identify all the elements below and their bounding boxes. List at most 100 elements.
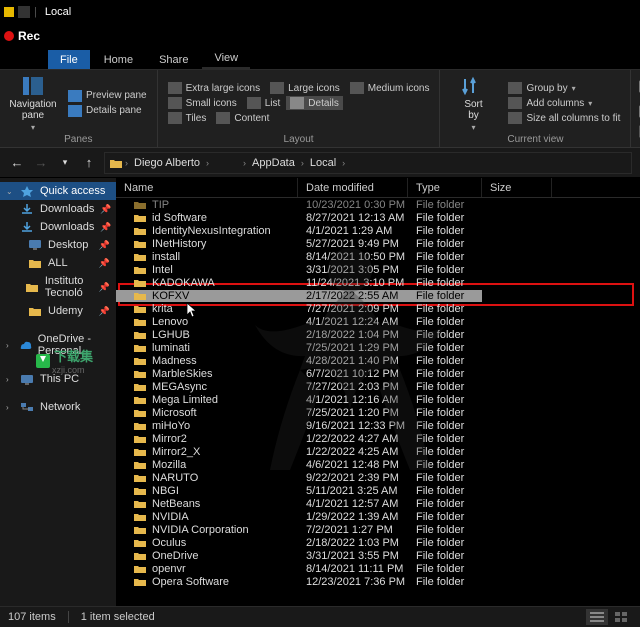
folder-icon bbox=[134, 213, 146, 223]
network[interactable]: › Network bbox=[0, 398, 116, 416]
navigation-sidebar: ⌄ Quick access Downloads📌Downloads📌Deskt… bbox=[0, 178, 116, 606]
view-thumbnails-button[interactable] bbox=[610, 609, 632, 625]
table-row[interactable]: MEGAsync7/27/2021 2:03 PMFile folder bbox=[116, 380, 640, 393]
table-row[interactable]: OneDrive3/31/2021 3:55 PMFile folder bbox=[116, 549, 640, 562]
file-date: 2/17/2022 2:55 AM bbox=[298, 290, 408, 302]
tab-file[interactable]: File bbox=[48, 50, 90, 69]
file-type: File folder bbox=[408, 212, 482, 224]
layout-extra-large[interactable]: Extra large icons bbox=[164, 81, 264, 95]
file-date: 1/22/2022 4:27 AM bbox=[298, 433, 408, 445]
star-icon bbox=[20, 185, 34, 197]
table-row[interactable]: KOFXV2/17/2022 2:55 AMFile folder bbox=[116, 289, 640, 302]
table-row[interactable]: Mega Limited4/1/2021 12:16 AMFile folder bbox=[116, 393, 640, 406]
preview-pane-button[interactable]: Preview pane bbox=[64, 89, 151, 103]
table-row[interactable]: install8/14/2021 10:50 PMFile folder bbox=[116, 250, 640, 263]
address-bar[interactable]: › Diego Alberto › › AppData › Local › bbox=[104, 152, 632, 174]
layout-details[interactable]: Details bbox=[286, 96, 343, 110]
group-by-icon bbox=[508, 82, 522, 94]
forward-button[interactable]: → bbox=[32, 154, 50, 172]
sidebar-item-downloads[interactable]: Downloads📌 bbox=[0, 218, 116, 236]
this-pc[interactable]: › This PC bbox=[0, 370, 116, 388]
col-date[interactable]: Date modified bbox=[298, 178, 408, 197]
sidebar-item-instituto-tecnoló[interactable]: Instituto Tecnoló📌 bbox=[0, 272, 116, 302]
table-row[interactable]: Opera Software12/23/2021 7:36 PMFile fol… bbox=[116, 575, 640, 588]
table-row[interactable]: Mirror2_X1/22/2022 4:25 AMFile folder bbox=[116, 445, 640, 458]
table-row[interactable]: luminati7/25/2021 1:29 PMFile folder bbox=[116, 341, 640, 354]
layout-list[interactable]: List bbox=[243, 96, 285, 110]
back-button[interactable]: ← bbox=[8, 154, 26, 172]
table-row[interactable]: Oculus2/18/2022 1:03 PMFile folder bbox=[116, 536, 640, 549]
layout-medium[interactable]: Medium icons bbox=[346, 81, 434, 95]
table-row[interactable]: NetBeans4/1/2021 12:57 AMFile folder bbox=[116, 497, 640, 510]
size-columns-button[interactable]: Size all columns to fit bbox=[504, 111, 624, 125]
table-row[interactable]: id Software8/27/2021 12:13 AMFile folder bbox=[116, 211, 640, 224]
table-row[interactable]: NARUTO9/22/2021 2:39 PMFile folder bbox=[116, 471, 640, 484]
table-row[interactable]: NVIDIA1/29/2022 1:39 AMFile folder bbox=[116, 510, 640, 523]
table-row[interactable]: Intel3/31/2021 3:05 PMFile folder bbox=[116, 263, 640, 276]
table-row[interactable]: NBGI5/11/2021 3:25 AMFile folder bbox=[116, 484, 640, 497]
table-row[interactable]: KADOKAWA11/24/2021 3:10 PMFile folder bbox=[116, 276, 640, 289]
table-row[interactable]: Mirror21/22/2022 4:27 AMFile folder bbox=[116, 432, 640, 445]
group-by-button[interactable]: Group by▾ bbox=[504, 81, 624, 95]
table-row[interactable]: miHoYo9/16/2021 12:33 PMFile folder bbox=[116, 419, 640, 432]
file-name: NetBeans bbox=[152, 498, 200, 510]
table-row[interactable]: NVIDIA Corporation7/2/2021 1:27 PMFile f… bbox=[116, 523, 640, 536]
table-row[interactable]: Mozilla4/6/2021 12:48 PMFile folder bbox=[116, 458, 640, 471]
table-row[interactable]: IdentityNexusIntegration4/1/2021 1:29 AM… bbox=[116, 224, 640, 237]
file-name: install bbox=[152, 251, 180, 263]
lg-icons-icon bbox=[270, 82, 284, 94]
view-details-button[interactable] bbox=[586, 609, 608, 625]
recent-dropdown[interactable]: ▾ bbox=[56, 154, 74, 172]
sidebar-item-desktop[interactable]: Desktop📌 bbox=[0, 236, 116, 254]
tab-home[interactable]: Home bbox=[92, 50, 145, 69]
table-row[interactable]: Madness4/28/2021 1:40 PMFile folder bbox=[116, 354, 640, 367]
md-icons-icon bbox=[350, 82, 364, 94]
table-row[interactable]: openvr8/14/2021 11:11 PMFile folder bbox=[116, 562, 640, 575]
tab-view[interactable]: View bbox=[202, 48, 250, 69]
table-row[interactable]: INetHistory5/27/2021 9:49 PMFile folder bbox=[116, 237, 640, 250]
chevron-down-icon: ▾ bbox=[471, 123, 475, 132]
file-date: 4/1/2021 12:57 AM bbox=[298, 498, 408, 510]
crumb-3[interactable]: Local bbox=[306, 157, 340, 169]
sidebar-item-all[interactable]: ALL📌 bbox=[0, 254, 116, 272]
crumb-2[interactable]: AppData bbox=[248, 157, 299, 169]
table-row[interactable]: Microsoft7/25/2021 1:20 PMFile folder bbox=[116, 406, 640, 419]
col-name[interactable]: Name bbox=[116, 178, 298, 197]
table-row[interactable]: LGHUB2/18/2022 1:04 PMFile folder bbox=[116, 328, 640, 341]
file-type: File folder bbox=[408, 303, 482, 315]
layout-content[interactable]: Content bbox=[212, 111, 273, 125]
file-date: 9/22/2021 2:39 PM bbox=[298, 472, 408, 484]
layout-large[interactable]: Large icons bbox=[266, 81, 344, 95]
navigation-pane-button[interactable]: Navigation pane ▾ bbox=[6, 74, 60, 132]
folder-icon bbox=[134, 265, 146, 275]
qat-icon-1[interactable] bbox=[18, 6, 30, 18]
file-rows[interactable]: TIP10/23/2021 0:30 PMFile folderid Softw… bbox=[116, 198, 640, 606]
sort-by-button[interactable]: Sort by ▾ bbox=[446, 74, 500, 132]
col-size[interactable]: Size bbox=[482, 178, 552, 197]
sidebar-item-udemy[interactable]: Udemy📌 bbox=[0, 302, 116, 320]
table-row[interactable]: MarbleSkies6/7/2021 10:12 PMFile folder bbox=[116, 367, 640, 380]
folder-icon bbox=[28, 305, 42, 317]
table-row[interactable]: krita7/27/2021 2:09 PMFile folder bbox=[116, 302, 640, 315]
sidebar-item-downloads[interactable]: Downloads📌 bbox=[0, 200, 116, 218]
quick-access[interactable]: ⌄ Quick access bbox=[0, 182, 116, 200]
table-row[interactable]: TIP10/23/2021 0:30 PMFile folder bbox=[116, 198, 640, 211]
add-columns-button[interactable]: Add columns▾ bbox=[504, 96, 624, 110]
file-date: 6/7/2021 10:12 PM bbox=[298, 368, 408, 380]
table-row[interactable]: Lenovo4/1/2021 12:24 AMFile folder bbox=[116, 315, 640, 328]
up-button[interactable]: ↑ bbox=[80, 154, 98, 172]
sidebar-item-label: Downloads bbox=[40, 221, 94, 233]
crumb-0[interactable]: Diego Alberto bbox=[130, 157, 204, 169]
layout-tiles[interactable]: Tiles bbox=[164, 111, 211, 125]
file-date: 7/25/2021 1:29 PM bbox=[298, 342, 408, 354]
layout-small[interactable]: Small icons bbox=[164, 96, 241, 110]
file-name: Madness bbox=[152, 355, 197, 367]
details-pane-button[interactable]: Details pane bbox=[64, 104, 151, 118]
onedrive-personal[interactable]: › OneDrive - Personal bbox=[0, 330, 116, 360]
file-type: File folder bbox=[408, 225, 482, 237]
app-icon bbox=[4, 7, 14, 17]
tab-share[interactable]: Share bbox=[147, 50, 200, 69]
folder-icon bbox=[134, 577, 146, 587]
col-type[interactable]: Type bbox=[408, 178, 482, 197]
sm-icons-icon bbox=[168, 97, 182, 109]
